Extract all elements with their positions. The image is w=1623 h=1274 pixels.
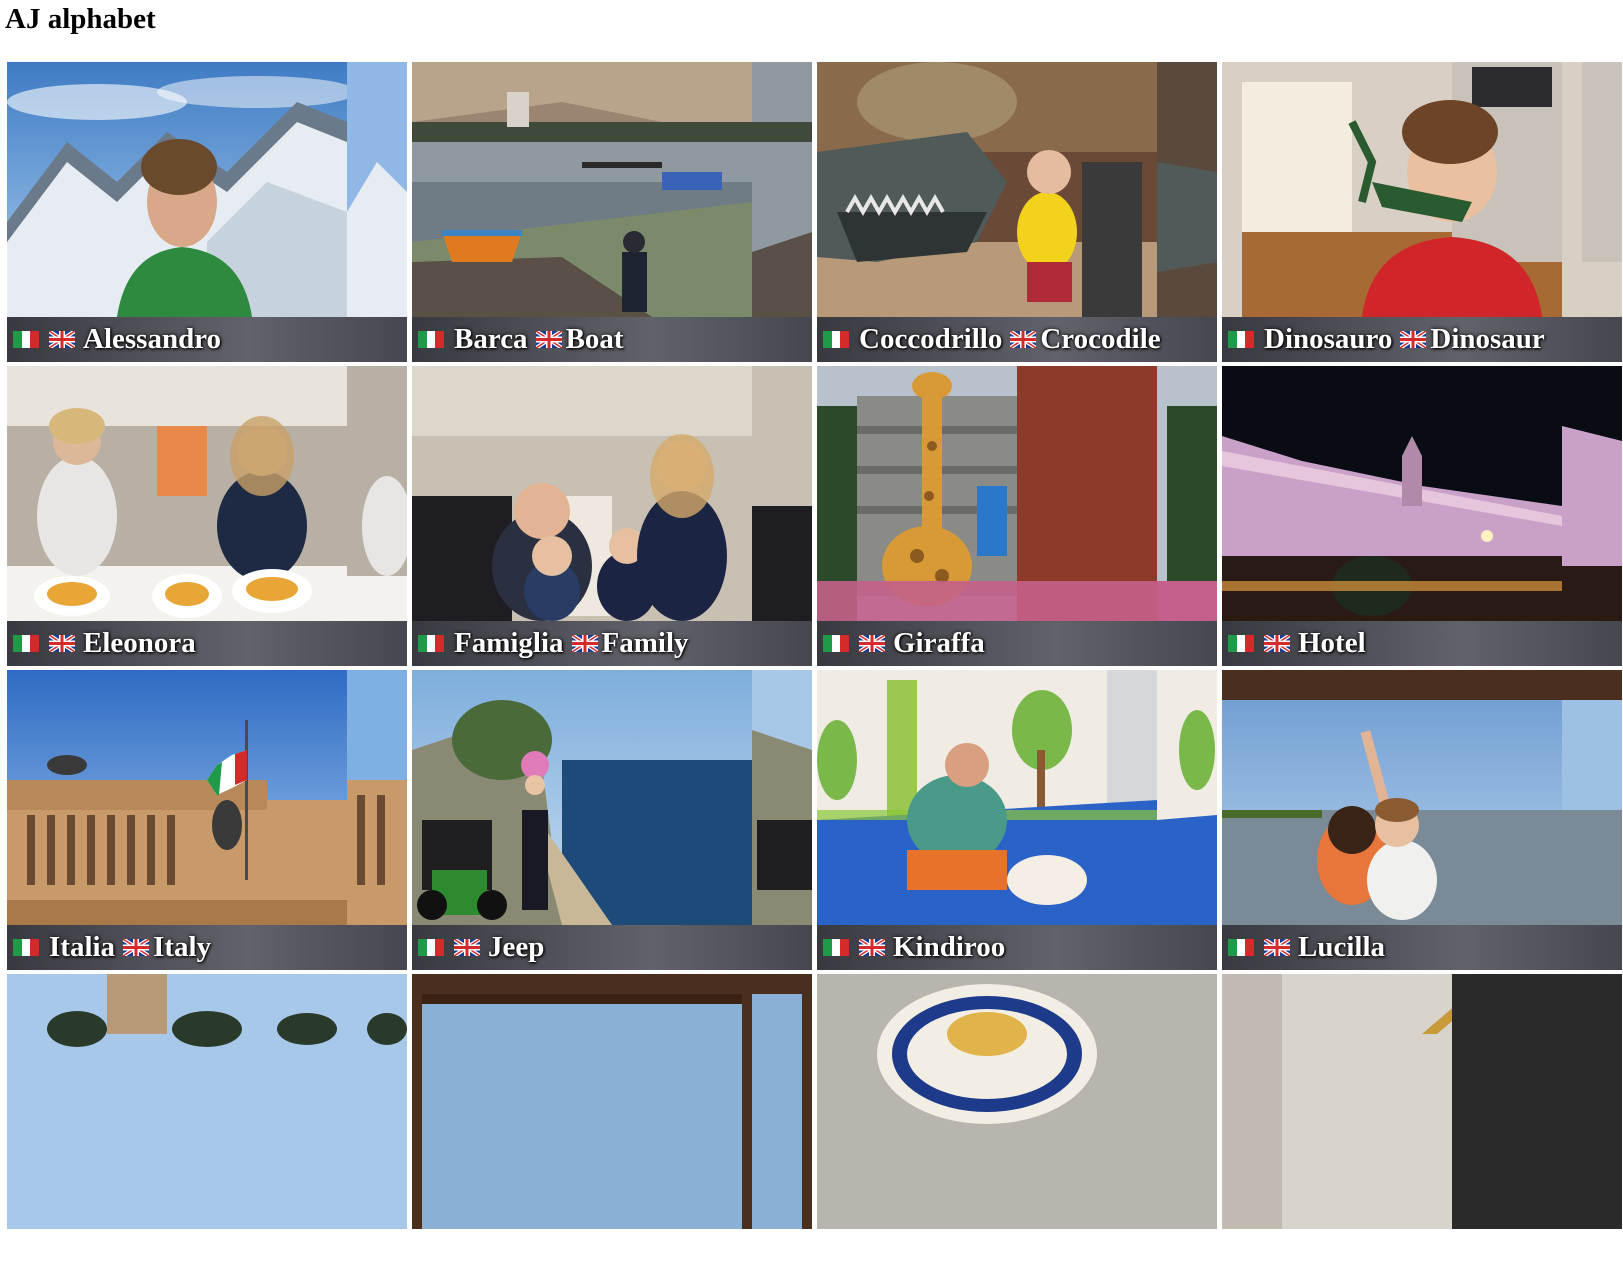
italian-word: Eleonora (83, 627, 196, 659)
english-word: Boat (565, 323, 624, 355)
tile-caption: Lucilla (1222, 925, 1622, 970)
italy-flag-icon (823, 635, 849, 652)
uk-flag-icon (859, 939, 885, 956)
tile-photo (7, 62, 407, 317)
italy-flag-icon (418, 635, 444, 652)
italy-flag-icon (418, 331, 444, 348)
tile-photo (7, 670, 407, 925)
english-word: Italy (153, 931, 212, 963)
italian-word: Hotel (1298, 627, 1366, 659)
tile-caption: Eleonora (7, 621, 407, 666)
uk-flag-icon (1264, 635, 1290, 652)
tile-photo (817, 974, 1217, 1229)
tile-caption: Giraffa (817, 621, 1217, 666)
tile-photo (7, 974, 407, 1229)
tile-photo (1222, 974, 1622, 1229)
tile-row4-1[interactable] (7, 974, 407, 1274)
uk-flag-icon (1264, 939, 1290, 956)
tile-coccodrillo[interactable]: Coccodrillo Crocodile (817, 62, 1217, 362)
italy-flag-icon (13, 635, 39, 652)
italian-word: Italia (49, 931, 116, 963)
tile-italia[interactable]: Italia Italy (7, 670, 407, 970)
tile-photo (7, 366, 407, 621)
tile-photo (412, 974, 812, 1229)
italian-word: Barca (454, 323, 528, 355)
tile-photo (817, 366, 1217, 621)
italy-flag-icon (1228, 331, 1254, 348)
tile-photo (1222, 366, 1622, 621)
italian-word: Alessandro (83, 323, 222, 355)
italy-flag-icon (823, 331, 849, 348)
english-word: Dinosaur (1430, 323, 1545, 355)
tile-caption: Coccodrillo Crocodile (817, 317, 1217, 362)
uk-flag-icon (49, 331, 75, 348)
tile-barca[interactable]: Barca Boat (412, 62, 812, 362)
tile-caption: Dinosauro Dinosaur (1222, 317, 1622, 362)
uk-flag-icon (1400, 331, 1427, 348)
tile-photo (412, 366, 812, 621)
tile-photo (1222, 670, 1622, 925)
tile-giraffa[interactable]: Giraffa (817, 366, 1217, 666)
italian-word: Dinosauro (1264, 323, 1393, 355)
italy-flag-icon (823, 939, 849, 956)
tile-kindiroo[interactable]: Kindiroo (817, 670, 1217, 970)
italy-flag-icon (13, 331, 39, 348)
uk-flag-icon (535, 331, 562, 348)
tile-photo (817, 670, 1217, 925)
photo-grid: Alessandro Barca Boat Coccodrillo Crocod… (7, 62, 1622, 1274)
uk-flag-icon (571, 635, 598, 652)
uk-flag-icon (454, 939, 480, 956)
uk-flag-icon (49, 635, 75, 652)
tile-eleonora[interactable]: Eleonora (7, 366, 407, 666)
tile-dinosauro[interactable]: Dinosauro Dinosaur (1222, 62, 1622, 362)
italy-flag-icon (1228, 635, 1254, 652)
tile-caption: Kindiroo (817, 925, 1217, 970)
italian-word: Giraffa (893, 627, 985, 659)
tile-row4-4[interactable] (1222, 974, 1622, 1274)
tile-photo (412, 62, 812, 317)
tile-caption: Alessandro (7, 317, 407, 362)
tile-caption: Hotel (1222, 621, 1622, 666)
uk-flag-icon (1010, 331, 1037, 348)
italian-word: Coccodrillo (859, 323, 1003, 355)
uk-flag-icon (123, 939, 150, 956)
italy-flag-icon (1228, 939, 1254, 956)
italy-flag-icon (13, 939, 39, 956)
tile-caption: Barca Boat (412, 317, 812, 362)
tile-row4-3[interactable] (817, 974, 1217, 1274)
tile-jeep[interactable]: Jeep (412, 670, 812, 970)
english-word: Family (601, 627, 689, 659)
tile-caption: Famiglia Family (412, 621, 812, 666)
italian-word: Kindiroo (893, 931, 1006, 963)
tile-alessandro[interactable]: Alessandro (7, 62, 407, 362)
tile-lucilla[interactable]: Lucilla (1222, 670, 1622, 970)
english-word: Crocodile (1040, 323, 1161, 355)
italian-word: Lucilla (1298, 931, 1386, 963)
tile-famiglia[interactable]: Famiglia Family (412, 366, 812, 666)
italian-word: Jeep (488, 931, 545, 963)
uk-flag-icon (859, 635, 885, 652)
tile-row4-2[interactable] (412, 974, 812, 1274)
tile-caption: Jeep (412, 925, 812, 970)
tile-photo (412, 670, 812, 925)
italian-word: Famiglia (454, 627, 564, 659)
tile-caption: Italia Italy (7, 925, 407, 970)
tile-photo (817, 62, 1217, 317)
italy-flag-icon (418, 939, 444, 956)
page-title: AJ alphabet (5, 3, 156, 35)
tile-hotel[interactable]: Hotel (1222, 366, 1622, 666)
tile-photo (1222, 62, 1622, 317)
